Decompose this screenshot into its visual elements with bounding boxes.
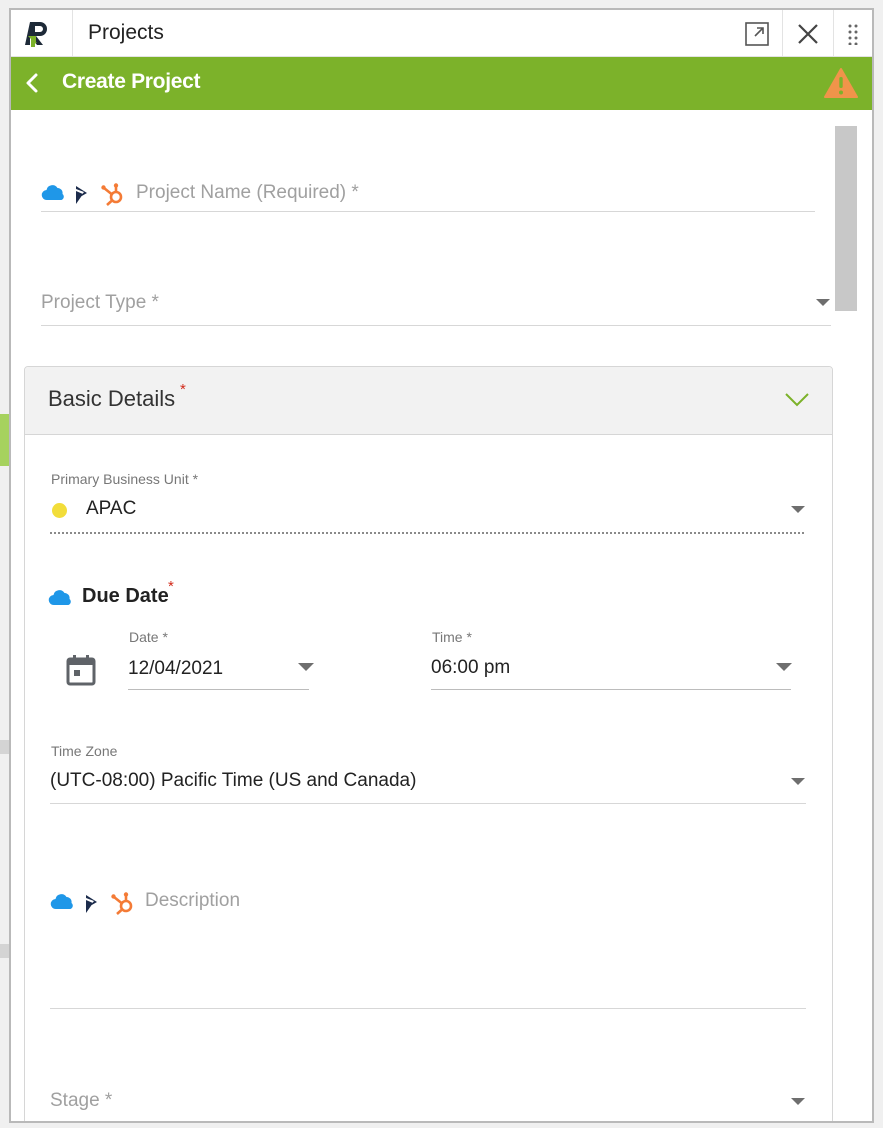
stage-placeholder: Stage * xyxy=(50,1090,113,1111)
dynamics-icon xyxy=(76,186,87,204)
salesforce-cloud-icon xyxy=(41,185,64,201)
primary-business-unit-label: Primary Business Unit * xyxy=(51,471,199,487)
date-value: 12/04/2021 xyxy=(128,658,224,679)
hubspot-icon xyxy=(111,892,133,915)
expand-button[interactable] xyxy=(731,10,782,57)
project-name-input[interactable]: Project Name (Required) * xyxy=(136,182,359,204)
salesforce-cloud-icon xyxy=(48,590,71,606)
projects-window: Projects Create Project Project Name (Re… xyxy=(9,8,874,1123)
background-edge xyxy=(0,944,9,958)
back-button[interactable] xyxy=(23,72,43,94)
close-icon xyxy=(798,23,818,44)
hubspot-icon xyxy=(101,183,123,206)
close-button[interactable] xyxy=(782,10,833,57)
project-type-underline xyxy=(41,325,831,326)
dynamics-icon xyxy=(86,895,97,913)
time-underline xyxy=(431,689,791,690)
app-logo xyxy=(11,10,73,57)
date-underline xyxy=(128,689,309,690)
expand-icon xyxy=(744,21,769,46)
salesforce-cloud-icon xyxy=(50,894,73,910)
background-edge xyxy=(0,740,9,754)
time-zone-value: (UTC-08:00) Pacific Time (US and Canada) xyxy=(50,770,417,791)
basic-details-header[interactable]: Basic Details * xyxy=(25,367,832,435)
chevron-down-icon xyxy=(791,506,805,513)
page-title: Create Project xyxy=(62,70,201,93)
chevron-down-icon[interactable] xyxy=(784,392,810,408)
app-title: Projects xyxy=(88,21,164,44)
chevron-down-icon xyxy=(791,778,805,785)
required-star: * xyxy=(180,381,186,398)
time-label: Time * xyxy=(432,629,472,645)
drag-handle-icon xyxy=(848,24,858,45)
basic-details-section: Basic Details * Primary Business Unit * … xyxy=(24,366,833,1121)
time-zone-label: Time Zone xyxy=(51,743,118,759)
basic-details-title: Basic Details xyxy=(48,386,176,411)
due-date-title: Due Date xyxy=(82,585,169,607)
title-bar: Projects xyxy=(11,10,872,57)
chevron-down-icon xyxy=(816,299,830,306)
date-label: Date * xyxy=(129,629,168,645)
description-underline xyxy=(50,1008,806,1009)
time-value: 06:00 pm xyxy=(431,657,511,678)
business-unit-underline xyxy=(50,532,804,534)
project-name-underline xyxy=(41,211,815,212)
warning-icon[interactable] xyxy=(824,67,858,99)
drag-handle[interactable] xyxy=(833,10,872,57)
primary-business-unit-value: APAC xyxy=(86,498,137,519)
business-unit-color-dot xyxy=(52,503,67,518)
time-zone-underline xyxy=(50,803,806,804)
scrollbar-thumb[interactable] xyxy=(835,126,857,311)
required-star: * xyxy=(168,578,174,595)
calendar-icon[interactable] xyxy=(66,654,96,686)
r-logo-icon xyxy=(25,22,47,47)
chevron-down-icon xyxy=(791,1098,805,1105)
page-header: Create Project xyxy=(11,57,872,110)
description-input[interactable]: Description xyxy=(145,890,240,912)
chevron-down-icon xyxy=(298,663,314,671)
chevron-down-icon xyxy=(776,663,792,671)
background-edge xyxy=(0,414,9,466)
project-type-placeholder: Project Type * xyxy=(41,292,159,313)
